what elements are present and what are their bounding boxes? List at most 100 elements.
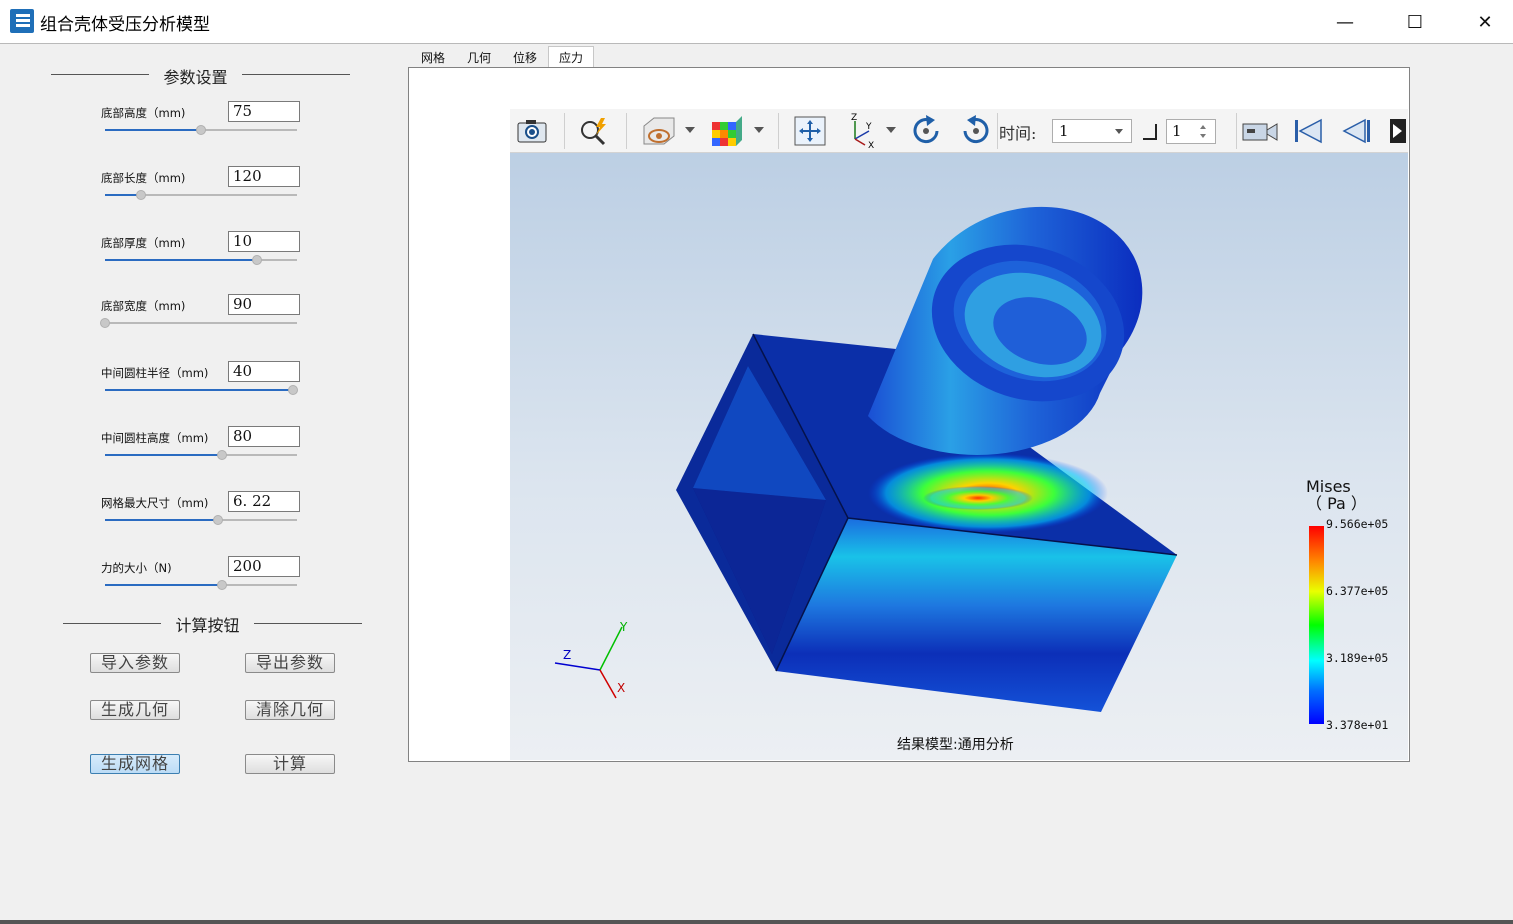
maximize-button[interactable]: ☐ (1380, 0, 1450, 44)
close-button[interactable]: ✕ (1450, 0, 1513, 44)
fit-view-icon[interactable] (792, 113, 828, 149)
cylinder-radius-label: 中间圆柱半径（mm) (101, 366, 209, 380)
color-scale-bar (1309, 526, 1324, 724)
cylinder-height-slider[interactable] (105, 449, 297, 461)
step-spinbox-value: 1 (1172, 122, 1182, 140)
cylinder-radius-slider[interactable] (105, 384, 298, 396)
force-magnitude-slider[interactable] (105, 579, 297, 591)
cylinder-height-label: 中间圆柱高度（mm) (101, 431, 209, 445)
force-magnitude-input[interactable]: 200 (228, 556, 300, 577)
axis-y-label: Y (619, 620, 628, 634)
base-length-slider[interactable] (105, 189, 297, 201)
cylinder-radius-input[interactable]: 40 (228, 361, 300, 382)
force-magnitude-label: 力的大小（N) (101, 561, 172, 575)
base-width-label: 底部宽度（mm) (101, 299, 186, 313)
axis-x (599, 669, 617, 699)
clear-geometry-button[interactable]: 清除几何 (245, 700, 335, 720)
base-length-label: 底部长度（mm) (101, 171, 186, 185)
rotate-cw-icon[interactable] (908, 113, 946, 149)
base-length-input[interactable]: 120 (228, 166, 300, 187)
dropdown-arrow-icon[interactable] (886, 127, 896, 133)
slider-thumb[interactable] (100, 318, 110, 328)
slider-thumb[interactable] (288, 385, 298, 395)
legend-value-3: 3.189e+05 (1326, 651, 1389, 665)
tab-stress[interactable]: 应力 (548, 46, 595, 67)
camera-icon[interactable] (514, 113, 550, 149)
slider-thumb[interactable] (196, 125, 206, 135)
mesh-max-size-input[interactable]: 6. 22 (228, 491, 300, 512)
divider (51, 74, 149, 75)
slider-thumb[interactable] (136, 190, 146, 200)
window-title: 组合壳体受压分析模型 (40, 15, 210, 35)
base-height-slider[interactable] (105, 124, 297, 136)
legend-min-value: 3.378e+01 (1326, 718, 1389, 732)
axis-z (554, 662, 601, 671)
export-params-button[interactable]: 导出参数 (245, 653, 335, 673)
title-bar: 组合壳体受压分析模型 — ☐ ✕ (0, 0, 1513, 44)
close-icon: ✕ (1477, 11, 1493, 33)
generate-mesh-button[interactable]: 生成网格 (90, 754, 180, 774)
legend-value-2: 6.377e+05 (1326, 584, 1389, 598)
actions-group-title: 计算按钮 (175, 616, 240, 635)
visibility-box-icon[interactable] (638, 113, 678, 149)
color-cube-icon[interactable] (706, 113, 746, 149)
svg-text:X: X (868, 141, 874, 149)
record-video-icon[interactable] (1240, 113, 1280, 149)
svg-text:Z: Z (851, 113, 857, 123)
compute-button[interactable]: 计算 (245, 754, 335, 774)
maximize-icon: ☐ (1406, 11, 1424, 33)
spin-down-icon[interactable] (1200, 134, 1206, 138)
divider (63, 623, 161, 624)
base-thickness-input[interactable]: 10 (228, 231, 300, 252)
mesh-max-size-slider[interactable] (105, 514, 297, 526)
slider-thumb[interactable] (217, 580, 227, 590)
base-width-input[interactable]: 90 (228, 294, 300, 315)
time-select[interactable]: 1 (1052, 119, 1132, 143)
svg-text:Y: Y (865, 122, 872, 132)
play-icon[interactable] (1386, 113, 1406, 149)
legend-title: Mises （ Pa ） (1306, 478, 1367, 512)
dropdown-arrow-icon[interactable] (685, 127, 695, 133)
axis-orientation-icon[interactable]: ZY X (842, 113, 882, 149)
stress-model: Y Z X (554, 206, 1178, 712)
cylinder-height-input[interactable]: 80 (228, 426, 300, 447)
axis-x-label: X (617, 681, 625, 695)
base-thickness-slider[interactable] (105, 254, 297, 266)
tab-displacement[interactable]: 位移 (502, 46, 548, 67)
slider-thumb[interactable] (213, 515, 223, 525)
minimize-icon: — (1336, 11, 1354, 33)
time-select-value: 1 (1059, 122, 1069, 140)
result-model-label: 结果模型:通用分析 (897, 737, 1014, 753)
params-group-title: 参数设置 (163, 68, 228, 87)
time-label: 时间: (999, 124, 1037, 143)
slider-thumb[interactable] (252, 255, 262, 265)
tab-geometry[interactable]: 几何 (456, 46, 502, 67)
base-height-input[interactable]: 75 (228, 101, 300, 122)
legend-max-value: 9.566e+05 (1326, 517, 1389, 531)
divider (254, 623, 362, 624)
minimize-button[interactable]: — (1310, 0, 1380, 44)
base-height-label: 底部高度（mm) (101, 106, 186, 120)
step-spinbox[interactable]: 1 (1166, 119, 1216, 144)
dropdown-arrow-icon[interactable] (754, 127, 764, 133)
app-icon (10, 9, 34, 33)
slider-thumb[interactable] (217, 450, 227, 460)
base-width-slider[interactable] (100, 317, 297, 329)
tab-mesh[interactable]: 网格 (410, 46, 456, 67)
mesh-max-size-label: 网格最大尺寸（mm) (101, 496, 209, 510)
import-params-button[interactable]: 导入参数 (90, 653, 180, 673)
previous-frame-icon[interactable] (1336, 113, 1376, 149)
spin-up-icon[interactable] (1200, 125, 1206, 129)
zoom-lightning-icon[interactable] (576, 113, 612, 149)
result-tabs: 网格 几何 位移 应力 (410, 46, 595, 67)
legend-quantity: Mises (1306, 477, 1351, 496)
generate-geometry-button[interactable]: 生成几何 (90, 700, 180, 720)
divider (242, 74, 350, 75)
chevron-down-icon (1115, 129, 1123, 134)
step-marker-icon (1143, 124, 1157, 140)
first-frame-icon[interactable] (1288, 113, 1328, 149)
3d-viewport[interactable]: Y Z X (510, 153, 1408, 760)
legend-unit: （ Pa ） (1306, 494, 1367, 513)
axis-y (599, 626, 623, 671)
rotate-ccw-icon[interactable] (956, 113, 994, 149)
